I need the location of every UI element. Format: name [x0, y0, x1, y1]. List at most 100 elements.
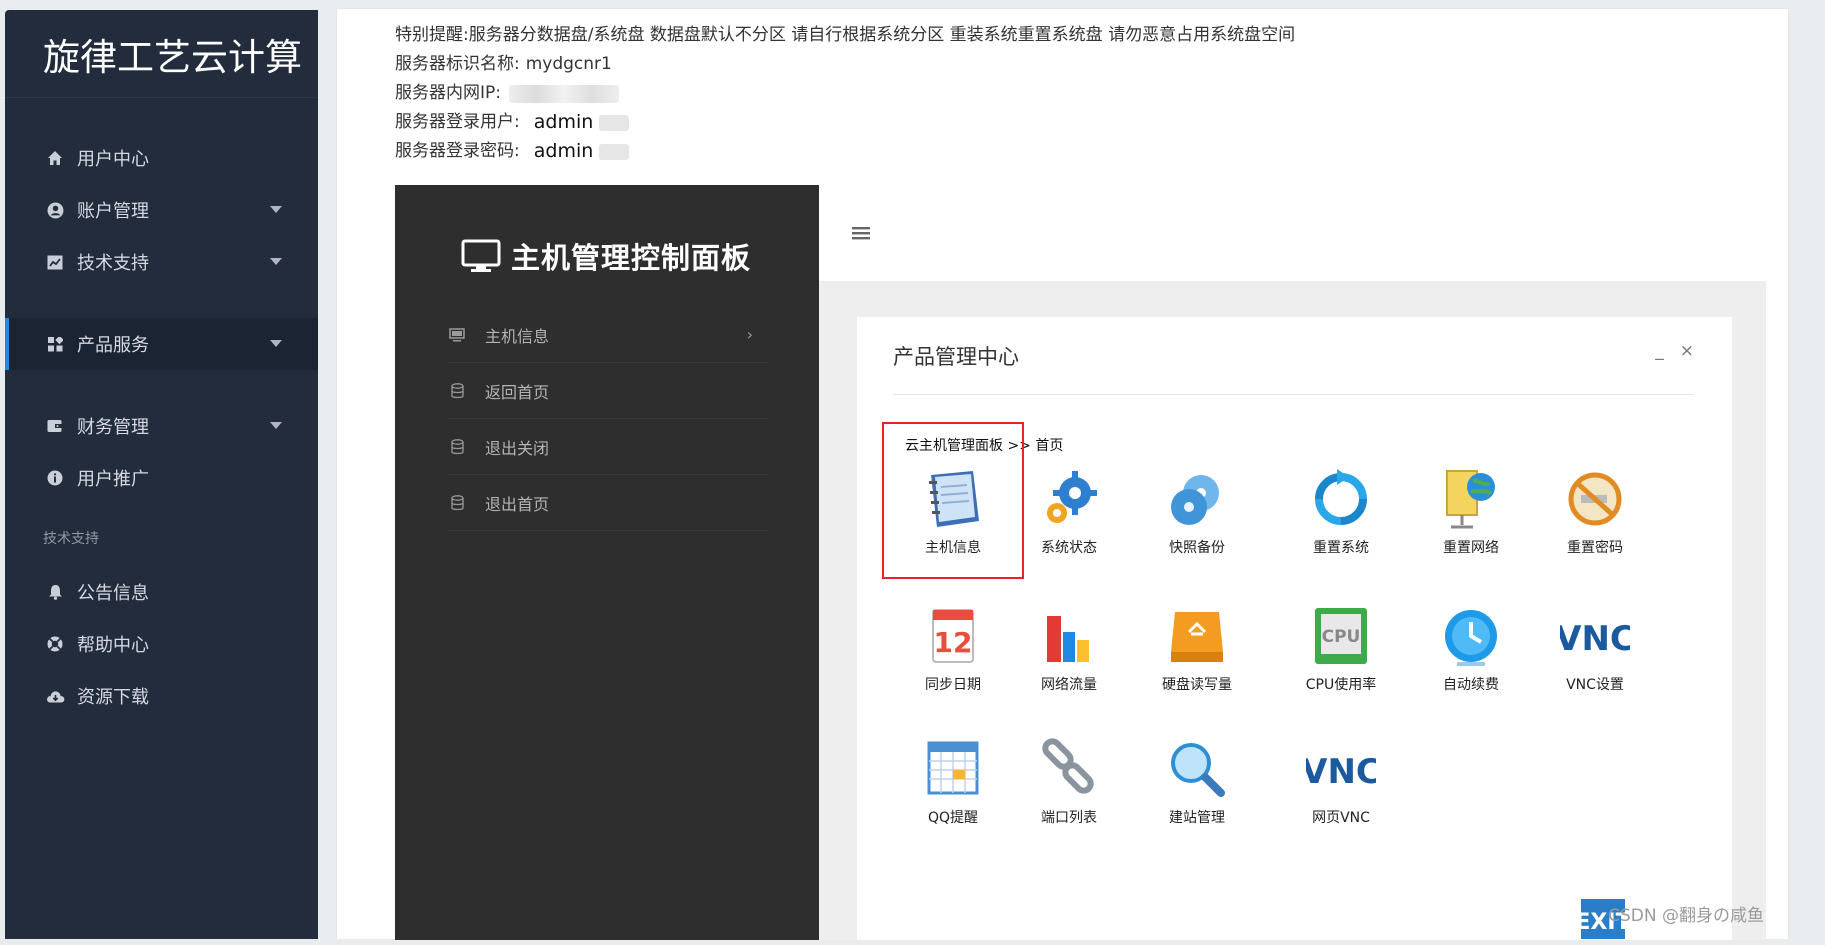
- tile-auto-renew[interactable]: 自动续费: [1411, 604, 1531, 724]
- tile-sync-date[interactable]: 12 同步日期: [893, 604, 1013, 724]
- tile-label: 端口列表: [1041, 810, 1097, 826]
- sidebar-item-label: 技术支持: [77, 253, 149, 274]
- tile-reset-network[interactable]: 重置网络: [1411, 467, 1531, 587]
- sidebar-item-help[interactable]: 帮助中心: [5, 618, 318, 670]
- tile-label: 主机信息: [925, 540, 981, 556]
- tile-label: 自动续费: [1443, 677, 1499, 693]
- info-icon: [45, 468, 65, 488]
- tile-label: 网络流量: [1041, 677, 1097, 693]
- lifebuoy-icon: [45, 634, 65, 654]
- calendar-icon: 12: [932, 609, 974, 663]
- tile-qq-reminder[interactable]: QQ提醒: [893, 737, 1013, 857]
- tile-host-info[interactable]: 主机信息: [893, 467, 1013, 587]
- login-user-value: admin: [533, 111, 594, 133]
- panel-menu-exit-close[interactable]: 退出关闭: [447, 419, 769, 475]
- card-controls: _ ×: [1655, 341, 1694, 361]
- host-panel-sidebar: 主机管理控制面板 主机信息 › 返回首页 退出关闭 退出首页: [395, 185, 819, 940]
- server-ip-label: 服务器内网IP:: [395, 83, 501, 103]
- tile-label: CPU使用率: [1305, 677, 1377, 693]
- bar-chart-icon: [1047, 616, 1089, 662]
- panel-menu-label: 退出首页: [485, 494, 550, 514]
- redacted-mark: [599, 143, 630, 160]
- sidebar-item-label: 用户推广: [77, 469, 149, 490]
- chain-link-icon: [1042, 738, 1094, 794]
- chevron-down-icon: [270, 206, 282, 213]
- product-center-card: 产品管理中心 _ × 云主机管理面板 >> 首页 主机信息 系统状态 快照备份 …: [857, 317, 1732, 940]
- sidebar-section-label: 技术支持: [43, 531, 99, 547]
- tile-reset-system[interactable]: 重置系统: [1281, 467, 1401, 587]
- tile-web-vnc[interactable]: VNC 网页VNC: [1281, 737, 1401, 857]
- tile-site-management[interactable]: 建站管理: [1137, 737, 1257, 857]
- tile-label: 快照备份: [1169, 540, 1225, 556]
- login-user-label: 服务器登录用户:: [395, 112, 520, 132]
- sidebar-item-user-center[interactable]: 用户中心: [5, 132, 318, 184]
- cpu-icon: CPU: [1315, 608, 1367, 664]
- sidebar-item-label: 公告信息: [77, 583, 149, 604]
- calendar-day-text: 12: [934, 626, 973, 659]
- no-key-icon: [1568, 472, 1622, 526]
- tile-network-traffic[interactable]: 网络流量: [1009, 604, 1129, 724]
- monitor-icon: [461, 239, 501, 272]
- tile-snapshot-backup[interactable]: 快照备份: [1137, 467, 1257, 587]
- sidebar-item-label: 账户管理: [77, 201, 149, 222]
- database-icon: [448, 494, 466, 512]
- sidebar-item-tech-support[interactable]: 技术支持: [5, 236, 318, 288]
- tile-label: 同步日期: [925, 677, 981, 693]
- home-icon: [45, 148, 65, 168]
- sidebar-item-finance[interactable]: 财务管理: [5, 400, 318, 452]
- chevron-down-icon: [270, 340, 282, 347]
- server-info: 特别提醒:服务器分数据盘/系统盘 数据盘默认不分区 请自行根据系统分区 重装系统…: [395, 21, 1295, 166]
- tile-vnc-settings[interactable]: VNC VNC设置: [1535, 604, 1655, 724]
- sidebar-item-label: 产品服务: [77, 335, 149, 356]
- sidebar: 旋律工艺云计算 用户中心 账户管理 技术支持 产品服务 财务管理 用户推广 技术…: [5, 10, 318, 939]
- tile-label: 建站管理: [1169, 810, 1225, 826]
- vnc-text: VNC: [1306, 752, 1376, 792]
- tile-label: VNC设置: [1566, 677, 1624, 693]
- watermark: CSDN @翻身の咸鱼: [1608, 906, 1764, 926]
- panel-menu-home[interactable]: 返回首页: [447, 363, 769, 419]
- database-icon: [448, 438, 466, 456]
- panel-title: 主机管理控制面板: [461, 235, 751, 277]
- notebook-icon: [929, 471, 979, 527]
- panel-title-text: 主机管理控制面板: [511, 241, 752, 275]
- chart-icon: [45, 252, 65, 272]
- tile-label: 重置网络: [1443, 540, 1499, 556]
- main-content: 特别提醒:服务器分数据盘/系统盘 数据盘默认不分区 请自行根据系统分区 重装系统…: [336, 8, 1789, 940]
- server-name-value: mydgcnr1: [525, 54, 612, 74]
- sidebar-item-downloads[interactable]: 资源下载: [5, 670, 318, 722]
- redacted-ip: [509, 84, 619, 103]
- hamburger-menu-icon[interactable]: [852, 225, 870, 245]
- sidebar-item-referral[interactable]: 用户推广: [5, 452, 318, 504]
- disc-icon: [1171, 475, 1219, 525]
- sidebar-nav: 用户中心 账户管理 技术支持 产品服务 财务管理 用户推广 技术支持 公告信息 …: [5, 132, 318, 722]
- network-globe-icon: [1446, 470, 1495, 529]
- tile-port-list[interactable]: 端口列表: [1009, 737, 1129, 857]
- magnifier-icon: [1171, 743, 1225, 797]
- tile-disk-io[interactable]: 硬盘读写量: [1137, 604, 1257, 724]
- tile-system-status[interactable]: 系统状态: [1009, 467, 1129, 587]
- vnc-icon: VNC: [1306, 752, 1376, 792]
- login-password-label: 服务器登录密码:: [395, 141, 520, 161]
- cpu-text: CPU: [1322, 627, 1361, 647]
- sidebar-item-announcements[interactable]: 公告信息: [5, 566, 318, 618]
- sidebar-item-account[interactable]: 账户管理: [5, 184, 318, 236]
- close-icon[interactable]: ×: [1680, 341, 1694, 361]
- monitor-icon: [448, 326, 466, 344]
- panel-menu-label: 主机信息: [485, 326, 550, 346]
- server-name-label: 服务器标识名称:: [395, 54, 520, 74]
- panel-menu-label: 退出关闭: [485, 438, 550, 458]
- panel-menu-exit-home[interactable]: 退出首页: [447, 475, 769, 531]
- gears-icon: [1047, 471, 1097, 523]
- user-circle-icon: [45, 200, 65, 220]
- sidebar-item-label: 财务管理: [77, 417, 149, 438]
- sidebar-item-label: 用户中心: [77, 149, 149, 170]
- tile-reset-password[interactable]: 重置密码: [1535, 467, 1655, 587]
- panel-menu-host-info[interactable]: 主机信息 ›: [447, 307, 769, 363]
- tile-cpu-usage[interactable]: CPU CPU使用率: [1281, 604, 1401, 724]
- grid-icon: [45, 334, 65, 354]
- login-user-row: 服务器登录用户: admin: [395, 108, 1295, 137]
- sidebar-item-product-services[interactable]: 产品服务: [5, 318, 318, 370]
- minimize-icon[interactable]: _: [1655, 341, 1664, 361]
- wallet-icon: [45, 416, 65, 436]
- login-password-row: 服务器登录密码: admin: [395, 137, 1295, 166]
